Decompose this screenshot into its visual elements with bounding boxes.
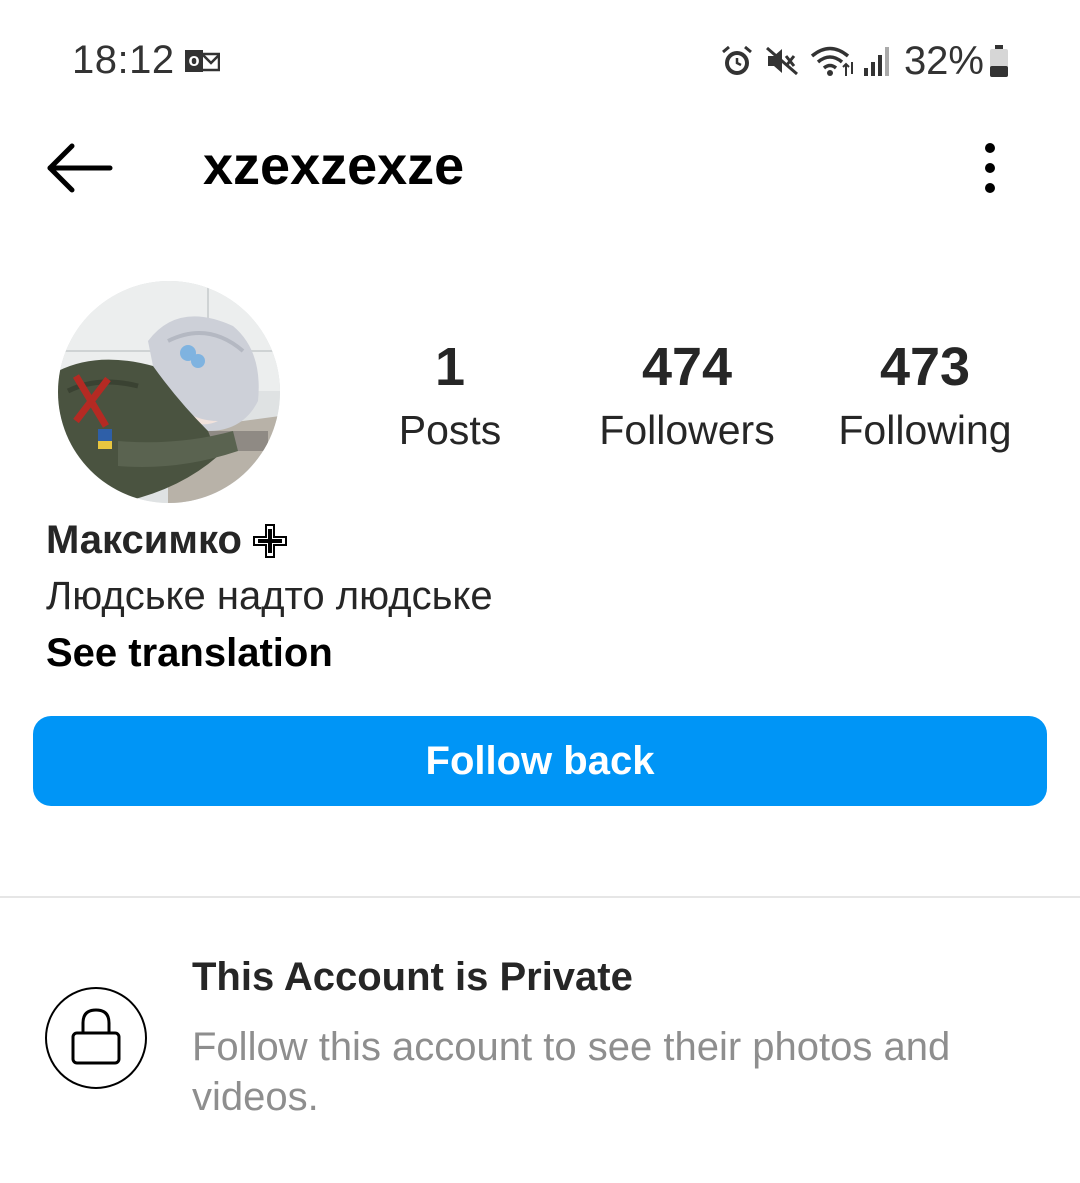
bio-text: Людське надто людське: [46, 574, 493, 618]
avatar-illustration: [58, 281, 280, 503]
signal-icon: [863, 47, 889, 76]
back-arrow-icon[interactable]: [44, 138, 114, 198]
posts-label: Posts: [398, 407, 502, 453]
follow-back-button[interactable]: Follow back: [33, 716, 1047, 806]
wifi-icon: [810, 46, 853, 76]
lock-icon: [71, 1008, 121, 1065]
cross-icon: [252, 523, 287, 558]
more-vertical-icon[interactable]: [970, 140, 1010, 196]
followers-label: Followers: [599, 407, 775, 453]
private-account-title: This Account is Private: [192, 955, 633, 999]
following-count: 473: [879, 337, 971, 397]
divider: [0, 896, 1080, 898]
svg-text:O: O: [188, 55, 199, 70]
followers-stat[interactable]: 474 Followers: [580, 336, 794, 458]
private-account-description: Follow this account to see their photos …: [192, 1025, 951, 1119]
lock-badge: [45, 987, 147, 1089]
mute-icon: [765, 46, 798, 76]
alarm-icon: [721, 45, 752, 75]
posts-stat[interactable]: 1 Posts: [380, 336, 520, 458]
status-time: 18:12: [72, 38, 175, 82]
display-name-row: Максимко: [46, 518, 288, 563]
battery-percentage: 32%: [903, 38, 984, 83]
posts-count: 1: [434, 337, 466, 397]
battery-icon: [990, 45, 1008, 77]
outlook-icon: O: [185, 50, 220, 72]
display-name: Максимко: [46, 518, 242, 562]
following-stat[interactable]: 473 Following: [825, 336, 1025, 458]
profile-username: xzexzexze: [203, 136, 465, 196]
status-icons: 32%: [720, 38, 1010, 84]
profile-avatar[interactable]: [58, 281, 280, 503]
status-bar: 18:12 O 32%: [0, 0, 1080, 120]
followers-count: 474: [641, 337, 733, 397]
see-translation-link[interactable]: See translation: [46, 631, 333, 676]
following-label: Following: [838, 407, 1012, 453]
